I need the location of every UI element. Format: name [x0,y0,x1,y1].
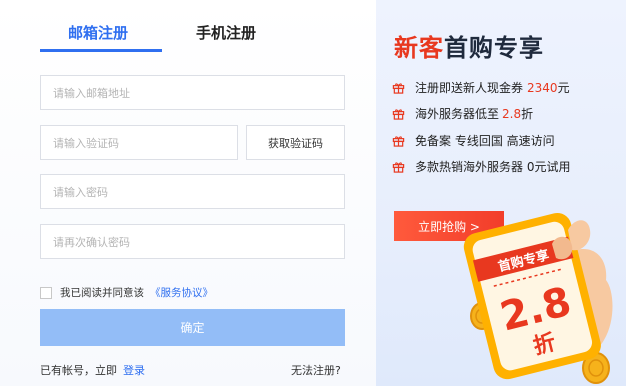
benefit-highlight: 2.8 [502,106,522,121]
gift-icon [392,109,405,120]
agreement-text: 我已阅读并同意该 [60,287,144,299]
benefit-text: 注册即送新人现金券 [415,81,524,95]
active-tab-indicator [40,49,162,52]
email-input[interactable]: 请输入邮箱地址 [40,75,345,110]
promo-coupon-illustration: 首购专享 2.8 折 [463,212,613,384]
agreement-row: 我已阅读并同意该 《服务协议》 [40,285,213,300]
service-agreement-link[interactable]: 《服务协议》 [150,285,213,300]
registration-panel: 邮箱注册 手机注册 请输入邮箱地址 请输入验证码 获取验证码 请输入密码 请再次… [0,0,376,386]
benefit-text: 海外服务器低至 [415,107,500,121]
tab-email-register[interactable]: 邮箱注册 [68,22,128,43]
password-placeholder: 请输入密码 [53,185,108,199]
password-input[interactable]: 请输入密码 [40,174,345,209]
cannot-register-link[interactable]: 无法注册? [291,362,341,378]
benefit-text: 免备案 专线回国 高速访问 [415,134,555,148]
promo-title-red: 新客 [394,34,444,62]
confirm-password-input[interactable]: 请再次确认密码 [40,224,345,259]
email-input-placeholder: 请输入邮箱地址 [53,86,130,100]
gift-icon [392,162,405,173]
confirm-password-placeholder: 请再次确认密码 [53,235,130,249]
get-code-button[interactable]: 获取验证码 [246,125,345,160]
promo-panel: 新客首购专享 注册即送新人现金券 2340 元 海外服务器低至 2.8 折 免备… [376,0,626,386]
has-account-text: 已有帐号，立即 [40,364,117,377]
agreement-checkbox[interactable] [40,286,52,299]
verification-code-placeholder: 请输入验证码 [53,136,119,150]
benefit-item: 多款热销海外服务器 0元试用 [392,158,570,175]
promo-title-dark: 首购专享 [444,34,544,62]
gift-icon [392,83,405,94]
promo-title: 新客首购专享 [394,28,544,63]
confirm-button[interactable]: 确定 [40,309,345,346]
benefit-highlight: 2340 [527,80,558,95]
benefit-text: 多款热销海外服务器 0元试用 [415,160,571,174]
benefit-suffix: 折 [521,107,534,121]
verification-code-input[interactable]: 请输入验证码 [40,125,238,160]
login-link[interactable]: 登录 [123,364,145,377]
tab-phone-register[interactable]: 手机注册 [196,22,256,43]
benefit-item: 免备案 专线回国 高速访问 [392,132,555,149]
login-prompt: 已有帐号，立即 登录 [40,362,145,378]
gift-icon [392,136,405,147]
benefit-suffix: 元 [557,81,570,95]
benefit-item: 海外服务器低至 2.8 折 [392,105,533,122]
benefit-item: 注册即送新人现金券 2340 元 [392,79,570,96]
